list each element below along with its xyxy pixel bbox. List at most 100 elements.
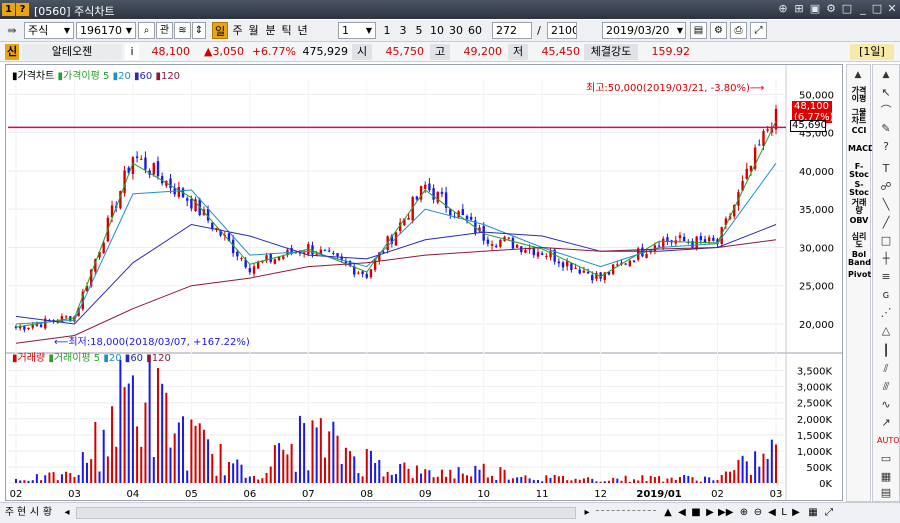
fibo-icon[interactable]: ≡ [877,269,895,285]
date-input[interactable]: 2019/03/20 ▼ [602,22,686,39]
tab-market[interactable]: 시 [29,505,40,521]
chart-canvas[interactable]: 50,00045,00040,00035,00030,00025,00020,0… [6,65,842,500]
indicator-price-ma[interactable]: 가격이평 [848,87,870,103]
interval-3[interactable]: 3 [396,22,410,39]
interval-30[interactable]: 30 [447,22,465,39]
interval-60[interactable]: 60 [466,22,484,39]
scrollbar-track[interactable] [76,507,576,519]
scroll-up-icon[interactable]: ▲ [849,67,867,83]
cross-icon[interactable]: ┼ [877,251,895,267]
search-icon[interactable]: ⌕ [138,22,155,39]
expand-icon[interactable]: ⤢ [750,22,767,39]
period-week[interactable]: 주 [230,22,245,39]
period-value-select[interactable]: 1 ▼ [338,22,376,39]
grid-icon[interactable]: ▦ [806,505,820,521]
link-icon[interactable]: ⊞ [792,2,806,16]
auto-icon[interactable]: AUTO [877,433,900,449]
arrow-icon[interactable]: ⇛ [2,22,22,39]
tab-status[interactable]: 황 [42,505,53,521]
fast-back-icon[interactable]: ▲ [662,505,674,521]
relation-button[interactable]: 관 [156,22,173,39]
fit-icon[interactable]: ⤢ [822,505,836,521]
layers-icon[interactable]: ≋ [174,22,191,39]
gear-icon[interactable]: ⚙ [710,22,727,39]
indicator-macd[interactable]: MACD [848,145,875,153]
tab-main[interactable]: 주 [4,505,15,521]
indicator-obv[interactable]: OBV [848,217,870,225]
zoom-out-icon[interactable]: ⊖ [752,505,764,521]
minimize-icon[interactable]: _ [856,2,870,16]
stock-code-input[interactable]: 196170 ▼ [76,22,136,39]
market-select[interactable]: 주식 ▼ [24,22,74,39]
magnet-icon[interactable]: ⌒ [877,103,895,119]
interval-1[interactable]: 1 [380,22,394,39]
chart-icon[interactable]: ▤ [690,22,707,39]
zoom-in-icon[interactable]: ⊕ [738,505,750,521]
question-icon[interactable]: ? [877,139,895,155]
stop-icon[interactable]: ■ [690,505,702,521]
print-icon[interactable]: ⎙ [730,22,747,39]
indicator-bol-band[interactable]: Bol Band [848,251,871,267]
prev-icon[interactable]: ◀ [676,505,688,521]
interval-10[interactable]: 10 [428,22,446,39]
period-year[interactable]: 년 [295,22,310,39]
scroll-left-icon[interactable]: ◂ [60,505,74,521]
settings-icon[interactable]: ⚙ [824,2,838,16]
rectangle-icon[interactable]: □ [877,233,895,249]
indicator-f-stoc[interactable]: F-Stoc [848,163,870,179]
last-icon[interactable]: L [778,505,790,521]
cursor-icon[interactable]: ↖ [877,85,895,101]
period-month[interactable]: 월 [246,22,261,39]
gann-icon[interactable]: ɢ [877,287,895,303]
volume-bar [328,431,331,483]
interval-5[interactable]: 5 [412,22,426,39]
stock-name: 알테오젠 [22,44,122,60]
period-tick[interactable]: 틱 [279,22,294,39]
zoom-slider[interactable] [596,510,656,516]
fan-icon[interactable]: ⋰ [877,305,895,321]
channel-icon[interactable]: ⫽ [877,361,895,377]
period-minute[interactable]: 분 [263,22,278,39]
pencil-icon[interactable]: ✎ [877,121,895,137]
close-icon[interactable]: ✕ [885,2,899,16]
fast-forward-icon[interactable]: ▶▶ [718,505,733,521]
pin-icon[interactable]: ⊕ [776,2,790,16]
indicator-pivot[interactable]: Pivot [848,271,871,279]
diagonal-icon[interactable]: ╱ [877,215,895,231]
indicator-volume[interactable]: 거래량 [848,199,870,215]
tab-current[interactable]: 현 [16,505,27,521]
scroll-right-icon[interactable]: ▸ [580,505,594,521]
info-icon[interactable]: i [125,44,139,60]
help-icon[interactable]: ? [16,3,29,16]
chart-area[interactable]: 50,000 45,000 40,000 35,000 30,000 25,000 20,0… [5,64,843,501]
line-icon[interactable]: ╲ [877,197,895,213]
list-icon[interactable]: ▤ [877,485,895,501]
count-input[interactable]: 272 [492,22,532,39]
indicator-s-stoc[interactable]: S-Stoc [848,181,870,197]
play-icon[interactable]: ▶ [704,505,716,521]
volume-bar [31,480,34,483]
pattern-icon[interactable]: ☍ [877,179,895,195]
triangle-icon[interactable]: △ [877,323,895,339]
bars-icon[interactable]: ┃ [877,343,895,359]
volume-bar [177,422,180,483]
tools-scroll-icon[interactable]: ▲ [877,67,895,83]
volume-bar [115,446,118,483]
save-icon[interactable]: ▦ [877,469,895,485]
text-icon[interactable]: T [877,161,895,177]
mode-badge[interactable]: [1일] [850,44,894,60]
maximize-icon[interactable]: □ [870,2,884,16]
parallel-icon[interactable]: ⫻ [877,379,895,395]
restore-icon[interactable]: □ [840,2,854,16]
arrow-tool-icon[interactable]: ↗ [877,415,895,431]
wave-icon[interactable]: ∿ [877,397,895,413]
eraser-icon[interactable]: ▭ [877,451,895,467]
period-day[interactable]: 일 [212,22,228,39]
note-icon[interactable]: ▣ [808,2,822,16]
back-icon[interactable]: ◀ [766,505,778,521]
next-icon[interactable]: ▶ [790,505,802,521]
indicator-net-chart[interactable]: 그물차트 [848,109,870,125]
indicator-cci[interactable]: CCI [848,127,870,135]
spin-icon[interactable]: ⇕ [192,22,206,39]
indicator-psychology[interactable]: 심리도 [848,233,870,249]
